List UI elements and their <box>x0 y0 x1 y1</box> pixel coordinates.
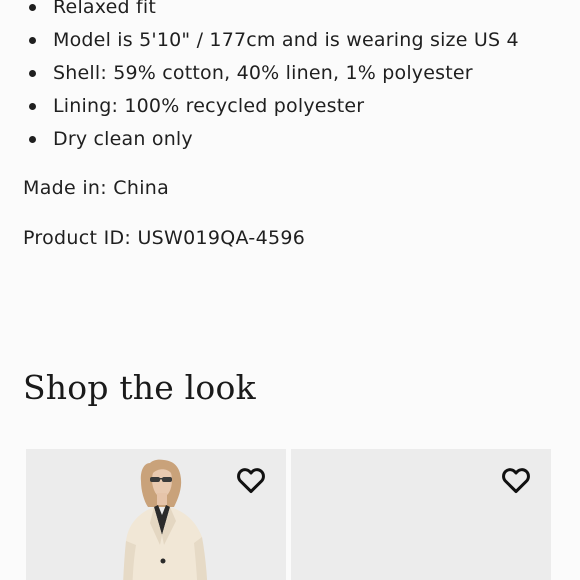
product-card[interactable] <box>291 449 551 580</box>
product-features-list: Relaxed fit Model is 5'10" / 177cm and i… <box>0 0 580 156</box>
feature-text: Shell: 59% cotton, 40% linen, 1% polyest… <box>53 62 473 84</box>
feature-text: Lining: 100% recycled polyester <box>53 95 365 117</box>
bullet-point <box>29 103 36 110</box>
bullet-point <box>29 136 36 143</box>
product-card[interactable] <box>26 449 286 580</box>
heart-outline-icon <box>502 468 530 493</box>
bullet-point <box>29 4 36 11</box>
shop-the-look-heading: Shop the look <box>23 368 256 407</box>
bullet-point <box>29 70 36 77</box>
product-id-text: Product ID: USW019QA-4596 <box>23 227 306 249</box>
made-in-text: Made in: China <box>23 177 170 199</box>
feature-text: Dry clean only <box>53 128 193 150</box>
list-item: Relaxed fit <box>0 0 580 24</box>
heart-outline-icon <box>237 468 265 493</box>
bullet-point <box>29 37 36 44</box>
feature-text: Relaxed fit <box>53 0 157 18</box>
list-item: Shell: 59% cotton, 40% linen, 1% polyest… <box>0 57 580 90</box>
feature-text: Model is 5'10" / 177cm and is wearing si… <box>53 29 519 51</box>
list-item: Dry clean only <box>0 123 580 156</box>
list-item: Lining: 100% recycled polyester <box>0 90 580 123</box>
wishlist-button[interactable] <box>235 465 267 497</box>
wishlist-button[interactable] <box>500 465 532 497</box>
list-item: Model is 5'10" / 177cm and is wearing si… <box>0 24 580 57</box>
